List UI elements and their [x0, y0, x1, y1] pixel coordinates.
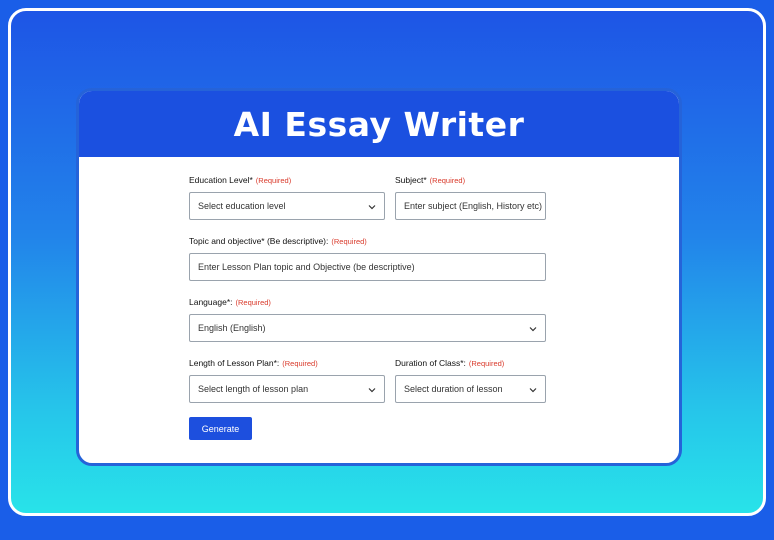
- essay-writer-card: AI Essay Writer Education Level* (Require…: [76, 88, 682, 466]
- subject-field: Subject* (Required) Enter subject (Englis…: [395, 175, 546, 220]
- length-field: Length of Lesson Plan*: (Required) Select…: [189, 358, 385, 403]
- education-level-field: Education Level* (Required) Select educat…: [189, 175, 385, 220]
- topic-label: Topic and objective* (Be descriptive):: [189, 236, 329, 246]
- education-level-label: Education Level*: [189, 175, 253, 185]
- duration-label: Duration of Class*:: [395, 358, 466, 368]
- education-level-select[interactable]: Select education level: [189, 192, 385, 220]
- language-field: Language*: (Required) English (English): [189, 297, 546, 342]
- row-education-subject: Education Level* (Required) Select educat…: [189, 175, 546, 220]
- topic-input[interactable]: Enter Lesson Plan topic and Objective (b…: [189, 253, 546, 281]
- duration-value: Select duration of lesson: [404, 384, 503, 394]
- required-marker: (Required): [429, 176, 466, 185]
- language-select[interactable]: English (English): [189, 314, 546, 342]
- required-marker: (Required): [331, 237, 367, 246]
- duration-field: Duration of Class*: (Required) Select dur…: [395, 358, 546, 403]
- essay-form: Education Level* (Required) Select educat…: [189, 175, 546, 440]
- topic-field: Topic and objective* (Be descriptive): (R…: [189, 236, 546, 281]
- length-value: Select length of lesson plan: [198, 384, 309, 394]
- required-marker: (Required): [468, 359, 505, 368]
- chevron-down-icon: [368, 388, 376, 393]
- language-label: Language*:: [189, 297, 233, 307]
- required-marker: (Required): [282, 359, 318, 368]
- language-value: English (English): [198, 323, 266, 333]
- duration-select[interactable]: Select duration of lesson: [395, 375, 546, 403]
- required-marker: (Required): [255, 176, 292, 185]
- length-label: Length of Lesson Plan*:: [189, 358, 280, 368]
- subject-placeholder: Enter subject (English, History etc): [404, 201, 543, 211]
- row-length-duration: Length of Lesson Plan*: (Required) Select…: [189, 358, 546, 403]
- subject-input[interactable]: Enter subject (English, History etc): [395, 192, 546, 220]
- subject-label: Subject*: [395, 175, 427, 185]
- page-title: AI Essay Writer: [233, 104, 525, 144]
- topic-placeholder: Enter Lesson Plan topic and Objective (b…: [198, 262, 415, 272]
- page-frame: AI Essay Writer Education Level* (Require…: [8, 8, 766, 516]
- length-select[interactable]: Select length of lesson plan: [189, 375, 385, 403]
- chevron-down-icon: [529, 388, 537, 393]
- chevron-down-icon: [368, 205, 376, 210]
- required-marker: (Required): [235, 298, 271, 307]
- education-level-value: Select education level: [198, 201, 286, 211]
- card-header: AI Essay Writer: [79, 91, 679, 157]
- generate-button[interactable]: Generate: [189, 417, 252, 440]
- chevron-down-icon: [529, 327, 537, 332]
